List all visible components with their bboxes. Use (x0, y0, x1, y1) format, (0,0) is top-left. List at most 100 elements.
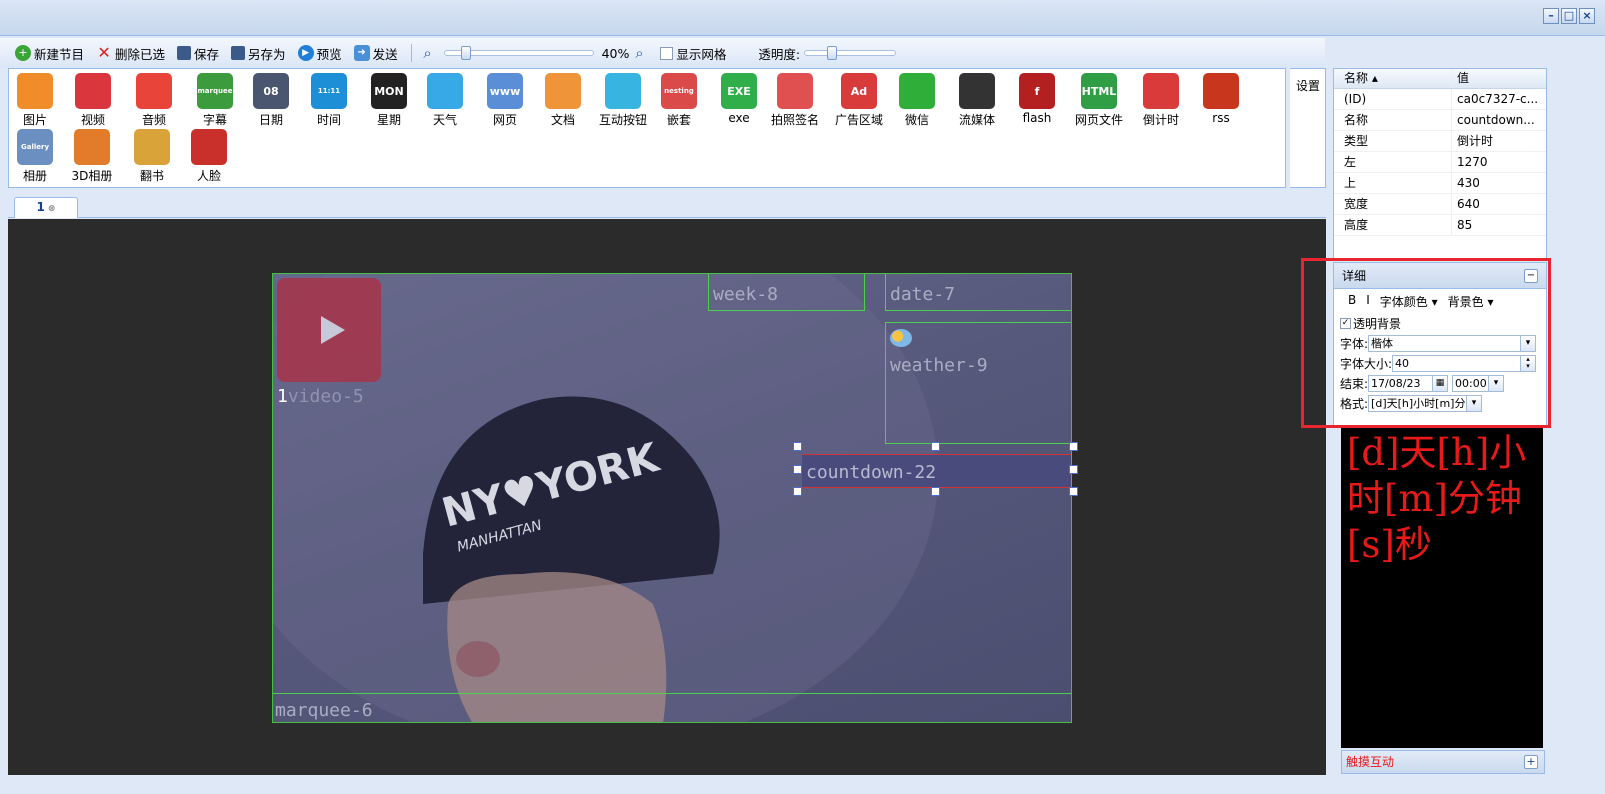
countdown-region[interactable]: countdown-22 (801, 454, 1071, 488)
property-row[interactable]: 高度 85 (1334, 215, 1546, 236)
property-value[interactable]: countdown... (1452, 110, 1546, 130)
palette-item-flash[interactable]: f flash (1009, 73, 1065, 125)
property-row[interactable]: 类型 倒计时 (1334, 131, 1546, 152)
touch-interaction-bar[interactable]: 触摸互动 + (1341, 750, 1545, 774)
property-key: (ID) (1334, 89, 1452, 109)
resize-handle-s[interactable] (931, 487, 940, 496)
palette-item-label: 互动按钮 (598, 113, 647, 127)
palette-item-marquee[interactable]: marquee 字幕 (187, 73, 243, 128)
zoom-value: 40% (601, 45, 630, 61)
palette-item-label: 广告区域 (834, 113, 883, 127)
week-region[interactable]: week-8 (708, 274, 865, 311)
palette-item-nesting[interactable]: nesting 嵌套 (651, 73, 707, 128)
palette-item-document[interactable]: 文档 (535, 73, 591, 128)
palette-item-exe[interactable]: EXE exe (711, 73, 767, 125)
resize-handle-se[interactable] (1069, 487, 1078, 496)
palette-item-label: rss (1212, 111, 1230, 125)
palette-item-label: 字幕 (202, 113, 227, 127)
resize-handle-n[interactable] (931, 442, 940, 451)
show-grid-checkbox[interactable] (660, 46, 674, 60)
palette-item-countdown[interactable]: 倒计时 (1133, 73, 1189, 128)
weather-region[interactable]: weather-9 (885, 322, 1071, 444)
video-index-label: 1 (277, 386, 288, 407)
expand-icon[interactable]: + (1524, 755, 1538, 769)
face-icon (191, 129, 227, 165)
property-value[interactable]: 85 (1452, 215, 1546, 235)
webpage-icon: www (487, 73, 523, 109)
editor-canvas[interactable]: NY♥YORK MANHATTAN 1video-5 week-8 date-7… (8, 219, 1326, 775)
palette-item-label: 日期 (258, 113, 283, 127)
palette-item-streaming[interactable]: 流媒体 (949, 73, 1005, 128)
resize-handle-ne[interactable] (1069, 442, 1078, 451)
countdown-preview: [d]天[h]小时[m]分钟[s]秒 (1341, 428, 1543, 748)
property-row[interactable]: 名称 countdown... (1334, 110, 1546, 131)
property-value-column[interactable]: 值 (1452, 69, 1546, 88)
zoom-slider[interactable] (443, 46, 594, 60)
palette-item-label: flash (1022, 111, 1052, 125)
zoom-out-icon[interactable]: ⌕ (420, 45, 436, 61)
property-value[interactable]: ca0c7327-c... (1452, 89, 1546, 109)
palette-item-interactive-button[interactable]: 互动按钮 (595, 73, 651, 128)
delete-selected-button[interactable]: ✕ 删除已选 (91, 42, 170, 65)
palette-item-html[interactable]: HTML 网页文件 (1071, 73, 1127, 128)
palette-item-flip-book[interactable]: 翻书 (124, 129, 180, 184)
palette-item-ad[interactable]: Ad 广告区域 (831, 73, 887, 128)
resize-handle-w[interactable] (793, 465, 802, 474)
video-region[interactable]: 1video-5 (273, 274, 383, 407)
palette-item-label: 嵌套 (666, 113, 691, 127)
close-button[interactable]: × (1579, 8, 1595, 24)
save-as-button[interactable]: 另存为 (226, 42, 291, 65)
show-grid-toggle[interactable]: 显示网格 (655, 42, 731, 65)
palette-item-video[interactable]: 视频 (65, 73, 121, 128)
palette-item-date[interactable]: 08 日期 (243, 73, 299, 128)
palette-item-photo-signature[interactable]: 拍照签名 (767, 73, 823, 128)
palette-item-wechat[interactable]: 微信 (889, 73, 945, 128)
palette-item-label: 网页 (492, 113, 517, 127)
opacity-slider-thumb[interactable] (827, 46, 838, 60)
palette-item-weather[interactable]: 天气 (417, 73, 473, 128)
marquee-region[interactable]: marquee-6 (273, 693, 1071, 722)
property-row[interactable]: 宽度 640 (1334, 194, 1546, 215)
palette-item-time[interactable]: 11:11 时间 (301, 73, 357, 128)
palette-item-picture[interactable]: 图片 (7, 73, 63, 128)
save-button[interactable]: 保存 (172, 42, 224, 65)
palette-item-audio[interactable]: 音频 (126, 73, 182, 128)
minimize-button[interactable]: – (1543, 8, 1559, 24)
send-button[interactable]: ➜ 发送 (349, 42, 403, 65)
palette-item-album[interactable]: Gallery 相册 (7, 129, 63, 184)
palette-item-3d-album[interactable]: 3D相册 (64, 129, 120, 184)
palette-settings-button[interactable]: 设置 (1290, 68, 1326, 188)
play-icon: ▶ (297, 45, 314, 61)
property-name-column[interactable]: 名称 ▴ (1334, 69, 1452, 88)
new-program-button[interactable]: + 新建节目 (10, 42, 89, 65)
zoom-in-icon[interactable]: ⌕ (631, 45, 647, 61)
date-region[interactable]: date-7 (885, 274, 1071, 311)
tab-close-icon[interactable]: ⊗ (48, 204, 56, 214)
property-row[interactable]: (ID) ca0c7327-c... (1334, 89, 1546, 110)
tab-1[interactable]: 1 ⊗ (14, 197, 78, 218)
property-row[interactable]: 左 1270 (1334, 152, 1546, 173)
property-value[interactable]: 倒计时 (1452, 131, 1546, 151)
zoom-slider-thumb[interactable] (460, 46, 471, 60)
property-grid: 名称 ▴ 值 (ID) ca0c7327-c... 名称 countdown... 类型… (1333, 68, 1547, 260)
opacity-slider[interactable] (804, 46, 897, 60)
palette-item-label: 拍照签名 (770, 113, 819, 127)
property-value[interactable]: 640 (1452, 194, 1546, 214)
palette-item-face[interactable]: 人脸 (181, 129, 237, 184)
album-icon: Gallery (17, 129, 53, 165)
palette-item-week[interactable]: MON 星期 (361, 73, 417, 128)
palette-item-label: 倒计时 (1142, 113, 1179, 127)
property-row[interactable]: 上 430 (1334, 173, 1546, 194)
property-value[interactable]: 430 (1452, 173, 1546, 193)
resize-handle-sw[interactable] (793, 487, 802, 496)
palette-item-rss[interactable]: rss (1193, 73, 1249, 125)
program-stage[interactable]: NY♥YORK MANHATTAN 1video-5 week-8 date-7… (272, 273, 1072, 723)
interactive-button-icon (605, 73, 641, 109)
property-value[interactable]: 1270 (1452, 152, 1546, 172)
resize-handle-e[interactable] (1069, 465, 1078, 474)
palette-item-webpage[interactable]: www 网页 (477, 73, 533, 128)
preview-button[interactable]: ▶ 预览 (293, 42, 347, 65)
streaming-icon (959, 73, 995, 109)
resize-handle-nw[interactable] (793, 442, 802, 451)
maximize-button[interactable]: □ (1561, 8, 1577, 24)
